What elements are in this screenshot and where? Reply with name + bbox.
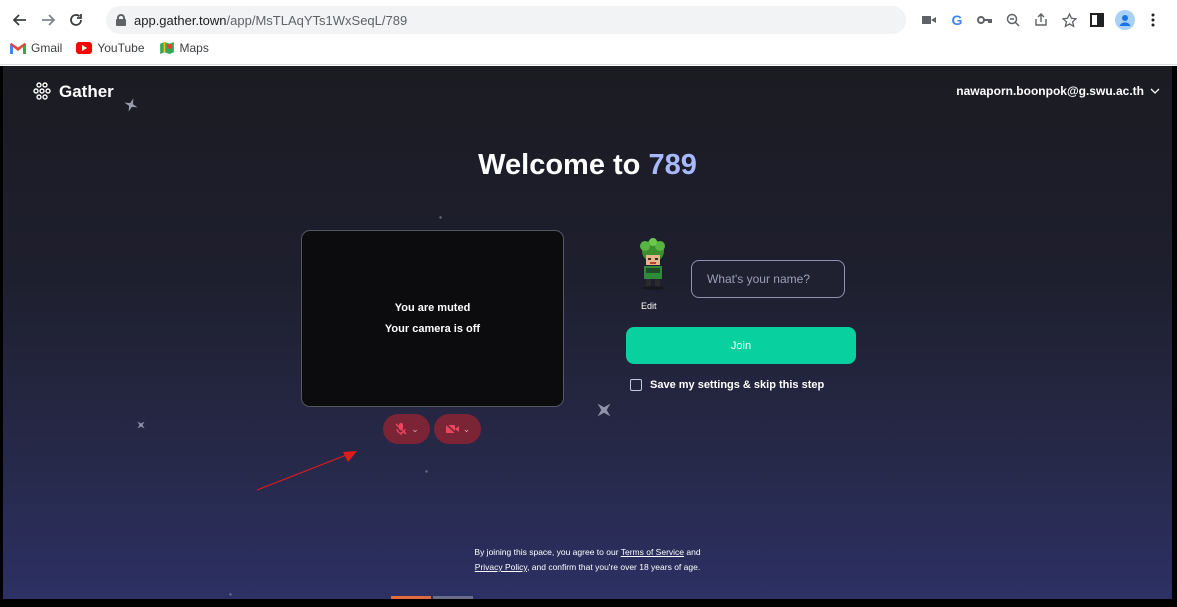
privacy-policy-link[interactable]: Privacy Policy <box>475 562 527 572</box>
arrow-right-icon <box>42 14 56 26</box>
skip-settings-option[interactable]: Save my settings & skip this step <box>630 379 824 391</box>
bookmark-label: Gmail <box>31 41 63 55</box>
url-host: app.gather.town <box>134 12 227 28</box>
bookmark-label: YouTube <box>97 41 145 55</box>
sparkle-icon <box>597 403 611 417</box>
page-title: Welcome to 789 <box>3 149 1172 182</box>
browser-chrome: app.gather.town/app/MsTLAqYTs1WxSeqL/789… <box>0 0 1177 65</box>
legal-text: , and confirm that you're over 18 years … <box>527 562 701 572</box>
forward-button[interactable] <box>36 8 60 32</box>
camera-status-text: Your camera is off <box>384 323 481 335</box>
screenshot-border <box>0 66 3 607</box>
avatar-sprite[interactable] <box>631 238 675 290</box>
maps-icon <box>159 42 174 54</box>
bookmark-maps[interactable]: Maps <box>159 41 209 55</box>
muted-status-text: You are muted <box>394 302 471 314</box>
logo-text: Gather <box>59 82 114 101</box>
lock-icon <box>116 14 126 26</box>
legal-notice: By joining this space, you agree to our … <box>3 545 1172 575</box>
back-button[interactable] <box>8 8 32 32</box>
user-account-menu[interactable]: nawaporn.boonpok@g.swu.ac.th <box>956 84 1160 98</box>
gather-logo-icon <box>33 82 51 100</box>
skip-settings-checkbox[interactable] <box>630 379 642 391</box>
address-bar[interactable]: app.gather.town/app/MsTLAqYTs1WxSeqL/789 <box>106 6 906 34</box>
space-name: 789 <box>648 149 697 181</box>
title-prefix: Welcome to <box>478 149 649 181</box>
skip-settings-label: Save my settings & skip this step <box>650 379 825 391</box>
camera-indicator-icon[interactable] <box>915 9 943 31</box>
kebab-menu-icon[interactable] <box>1139 9 1167 31</box>
screenshot-border <box>0 599 1177 607</box>
browser-toolbar: G <box>915 9 1167 31</box>
legal-text: and <box>684 547 701 557</box>
sparkle-icon <box>124 98 138 112</box>
sparkle-icon <box>137 421 145 429</box>
camera-toggle-button[interactable]: ⌄ <box>434 414 481 444</box>
bookmark-star-icon[interactable] <box>1055 9 1083 31</box>
edit-avatar-link[interactable]: Edit <box>641 301 657 311</box>
bookmark-label: Maps <box>179 41 209 55</box>
legal-text: By joining this space, you agree to our <box>474 547 621 557</box>
reload-icon <box>70 14 82 26</box>
microphone-off-icon <box>395 423 407 435</box>
annotation-arrow <box>256 451 357 491</box>
chevron-down-icon: ⌄ <box>462 423 471 434</box>
url-path: /app/MsTLAqYTs1WxSeqL/789 <box>226 12 408 28</box>
share-icon[interactable] <box>1027 9 1055 31</box>
chevron-down-icon <box>1150 88 1160 94</box>
side-panel-icon[interactable] <box>1083 9 1111 31</box>
gmail-icon <box>10 43 26 54</box>
bookmark-youtube[interactable]: YouTube <box>76 41 145 55</box>
dot-icon <box>425 470 428 473</box>
profile-avatar-icon[interactable] <box>1111 9 1139 31</box>
dot-icon <box>229 593 232 596</box>
microphone-toggle-button[interactable]: ⌄ <box>383 414 430 444</box>
gather-logo[interactable]: Gather <box>31 81 114 103</box>
google-icon[interactable]: G <box>943 9 971 31</box>
terms-of-service-link[interactable]: Terms of Service <box>621 547 684 557</box>
user-email: nawaporn.boonpok@g.swu.ac.th <box>956 84 1144 98</box>
join-button[interactable]: Join <box>626 327 856 364</box>
bookmark-gmail[interactable]: Gmail <box>10 41 62 55</box>
zoom-icon[interactable] <box>999 9 1027 31</box>
name-input[interactable] <box>691 260 845 298</box>
dot-icon <box>439 216 442 219</box>
video-preview: You are muted Your camera is off <box>301 230 564 407</box>
bookmarks-bar: Gmail YouTube Maps <box>10 41 209 55</box>
key-icon[interactable] <box>971 9 999 31</box>
camera-off-icon <box>445 423 459 435</box>
reload-button[interactable] <box>64 8 88 32</box>
arrow-left-icon <box>12 14 26 26</box>
screenshot-border <box>1172 66 1177 607</box>
youtube-icon <box>76 42 93 54</box>
chevron-down-icon: ⌄ <box>411 423 419 434</box>
gather-prejoin-page: Gather nawaporn.boonpok@g.swu.ac.th Welc… <box>3 66 1172 599</box>
